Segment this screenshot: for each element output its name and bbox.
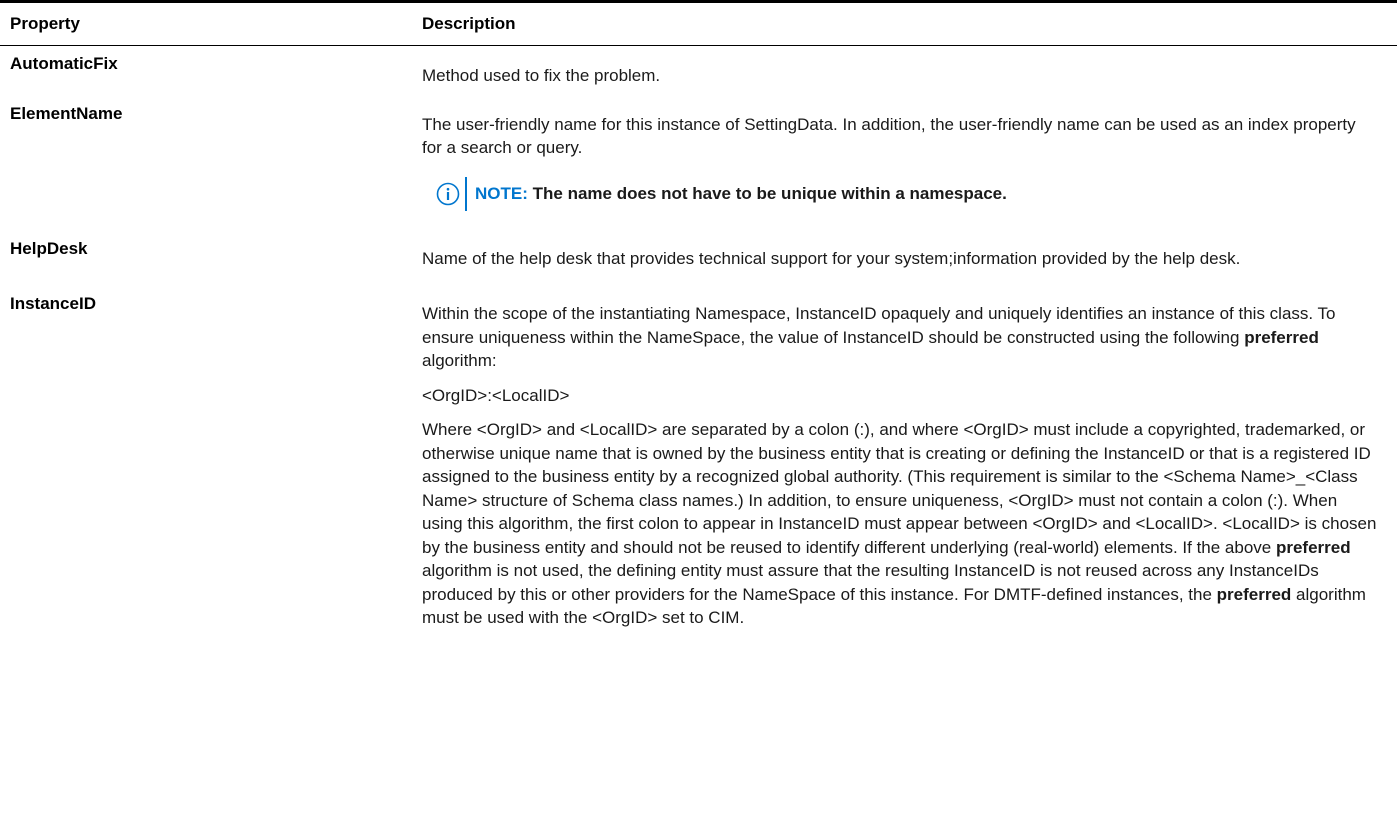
note-callout: NOTE: The name does not have to be uniqu… <box>422 176 1377 211</box>
property-name: AutomaticFix <box>10 54 118 73</box>
description-paragraph: Where <OrgID> and <LocalID> are separate… <box>422 418 1377 630</box>
table-header-row: Property Description <box>0 0 1397 46</box>
info-icon <box>436 182 460 205</box>
note-text: NOTE: The name does not have to be uniqu… <box>475 184 1007 204</box>
property-description: Within the scope of the instantiating Na… <box>422 294 1377 630</box>
property-description: Method used to fix the problem. <box>422 54 1377 88</box>
description-paragraph: Within the scope of the instantiating Na… <box>422 302 1377 373</box>
table-row: HelpDesk Name of the help desk that prov… <box>0 239 1397 271</box>
emphasis-text: preferred <box>1216 584 1292 604</box>
column-header-property: Property <box>10 14 80 33</box>
description-paragraph: The user-friendly name for this instance… <box>422 114 1356 158</box>
description-paragraph: Method used to fix the problem. <box>422 66 661 85</box>
property-name: ElementName <box>10 103 123 123</box>
text-segment: algorithm is not used, the defining enti… <box>422 561 1319 604</box>
property-table: Property Description AutomaticFix Method… <box>0 0 1397 630</box>
property-description: Name of the help desk that provides tech… <box>422 239 1377 271</box>
property-name: HelpDesk <box>10 238 88 258</box>
property-description: The user-friendly name for this instance… <box>422 104 1377 211</box>
emphasis-text: preferred <box>1275 537 1351 557</box>
emphasis-text: preferred <box>1244 327 1319 347</box>
note-divider <box>465 176 467 211</box>
property-name: InstanceID <box>10 294 96 313</box>
text-segment: Within the scope of the instantiating Na… <box>422 304 1336 347</box>
column-header-description: Description <box>422 14 516 33</box>
description-paragraph: <OrgID>:<LocalID> <box>422 385 570 405</box>
note-body: The name does not have to be unique with… <box>532 183 1007 203</box>
table-row: AutomaticFix Method used to fix the prob… <box>0 54 1397 88</box>
table-row: InstanceID Within the scope of the insta… <box>0 294 1397 630</box>
note-label: NOTE: <box>475 183 528 203</box>
text-segment: algorithm: <box>422 351 497 370</box>
description-paragraph: Name of the help desk that provides tech… <box>422 248 1241 268</box>
table-row: ElementName The user-friendly name for t… <box>0 104 1397 211</box>
text-segment: Where <OrgID> and <LocalID> are separate… <box>422 420 1377 557</box>
